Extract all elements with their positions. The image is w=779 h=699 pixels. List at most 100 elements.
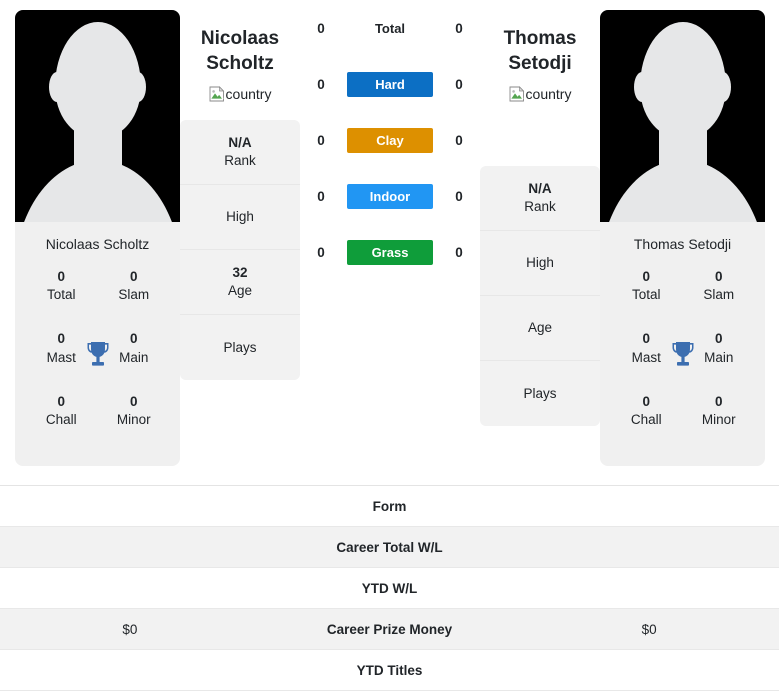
surface-row-total: 0 Total 0: [310, 0, 470, 56]
label: Age: [227, 283, 253, 299]
label: Minor: [116, 412, 151, 428]
value: 0: [57, 269, 65, 284]
value: N/A: [228, 135, 252, 151]
value: 0: [642, 393, 650, 409]
surface-hard-left-score: 0: [317, 76, 325, 92]
label: Slam: [703, 287, 735, 303]
player-comparison-section: Nicolaas Scholtz 0 Total 0 Slam 0 Mast 0…: [0, 0, 779, 480]
left-titles-slam: 0 Slam: [98, 268, 171, 304]
label: Chall: [45, 412, 77, 428]
label: Slam: [118, 287, 150, 303]
value: N/A: [528, 181, 552, 197]
value: 0: [129, 393, 138, 409]
surface-clay-right-score: 0: [455, 132, 463, 148]
avatar-silhouette-ear-left: [634, 72, 650, 102]
row-ytd-titles-label: YTD Titles: [356, 662, 423, 678]
left-player-name: Nicolaas Scholtz: [180, 0, 300, 76]
avatar-silhouette-head: [54, 22, 141, 138]
left-player-country: country: [180, 76, 300, 102]
h2h-comparison-page: Nicolaas Scholtz 0 Total 0 Slam 0 Mast 0…: [0, 0, 779, 699]
value: 0: [57, 393, 65, 409]
table-row: Career Total W/L: [0, 527, 779, 568]
right-info-rank: N/A Rank: [480, 166, 600, 232]
label: Total: [631, 287, 661, 303]
avatar-silhouette-ear-right: [715, 72, 731, 102]
right-info-age: Age: [480, 296, 600, 362]
surface-indoor-badge[interactable]: Indoor: [347, 183, 433, 209]
table-row: YTD W/L: [0, 568, 779, 609]
left-player-info-column: Nicolaas Scholtz country N/A Rank High 3…: [180, 0, 300, 381]
value: 32: [232, 265, 248, 281]
right-titles-minor: 0 Minor: [683, 393, 756, 429]
surface-row-indoor: 0 Indoor 0: [310, 168, 470, 224]
right-country-alt-text: country: [525, 86, 572, 103]
broken-image-icon: [209, 86, 224, 102]
value: 0: [129, 269, 138, 284]
right-player-info-card: N/A Rank High Age Plays: [480, 166, 600, 427]
left-country-alt-text: country: [225, 86, 272, 103]
left-player-card: Nicolaas Scholtz 0 Total 0 Slam 0 Mast 0…: [15, 10, 180, 466]
label: Plays: [223, 339, 257, 355]
left-player-photo: [15, 10, 180, 222]
row-form-label: Form: [372, 498, 407, 514]
surface-row-clay: 0 Clay 0: [310, 112, 470, 168]
surface-clay-left-score: 0: [317, 132, 325, 148]
right-titles-total: 0 Total: [610, 268, 683, 304]
label: Rank: [224, 153, 256, 169]
right-player-titles-grid: 0 Total 0 Slam 0 Mast 0 Main 0 Chall 0 M…: [600, 252, 765, 429]
left-titles-chall: 0 Chall: [25, 393, 98, 429]
left-titles-minor: 0 Minor: [98, 393, 171, 429]
surface-total-left-score: 0: [317, 20, 325, 36]
label: Chall: [630, 412, 662, 428]
label: Age: [527, 320, 553, 336]
surface-clay-badge[interactable]: Clay: [347, 127, 433, 153]
right-info-high: High: [480, 231, 600, 297]
left-info-age: 32 Age: [180, 250, 300, 316]
right-player-photo-column: Thomas Setodji 0 Total 0 Slam 0 Mast 0 M…: [600, 10, 765, 466]
left-info-rank: N/A Rank: [180, 120, 300, 186]
right-titles-slam: 0 Slam: [683, 268, 756, 304]
row-career-prize-money-left-value: $0: [122, 621, 138, 637]
right-player-last-name: Setodji: [508, 53, 572, 75]
value: 0: [714, 269, 723, 284]
comparison-stats-table: Form Career Total W/L YTD W/L $0 Career …: [0, 485, 779, 691]
left-player-info-card: N/A Rank High 32 Age Plays: [180, 120, 300, 381]
row-career-total-wl-label: Career Total W/L: [336, 539, 443, 555]
value: 0: [642, 269, 650, 284]
row-ytd-wl-label: YTD W/L: [361, 580, 418, 596]
label: Minor: [701, 412, 736, 428]
surface-hard-right-score: 0: [455, 76, 463, 92]
label: Plays: [523, 385, 557, 401]
surface-breakdown-column: 0 Total 0 0 Hard 0 0 Clay 0 0 Indoor 0 0: [310, 0, 470, 280]
surface-grass-left-score: 0: [317, 244, 325, 260]
right-info-plays: Plays: [480, 361, 600, 426]
trophy-icon: [672, 342, 693, 366]
label: High: [226, 209, 254, 225]
trophy-icon: [87, 342, 108, 366]
label: Rank: [524, 199, 556, 215]
table-row: $0 Career Prize Money $0: [0, 609, 779, 650]
left-titles-total: 0 Total: [25, 268, 98, 304]
value: 0: [714, 393, 723, 409]
right-player-card: Thomas Setodji 0 Total 0 Slam 0 Mast 0 M…: [600, 10, 765, 466]
broken-image-icon: [509, 86, 524, 102]
row-career-prize-money-label: Career Prize Money: [326, 621, 453, 637]
surface-total-right-score: 0: [455, 20, 463, 36]
surface-hard-badge[interactable]: Hard: [347, 71, 433, 97]
right-titles-chall: 0 Chall: [610, 393, 683, 429]
surface-total-label: Total: [374, 20, 406, 36]
surface-indoor-right-score: 0: [455, 188, 463, 204]
right-player-photo-name: Thomas Setodji: [633, 236, 732, 252]
surface-row-hard: 0 Hard 0: [310, 56, 470, 112]
right-player-name: Thomas Setodji: [480, 0, 600, 76]
table-row: Form: [0, 486, 779, 527]
table-row: YTD Titles: [0, 650, 779, 691]
left-info-high: High: [180, 185, 300, 251]
avatar-silhouette-head: [639, 22, 726, 138]
left-player-last-name: Scholtz: [206, 53, 274, 75]
surface-grass-badge[interactable]: Grass: [347, 239, 433, 265]
left-player-photo-name: Nicolaas Scholtz: [45, 236, 150, 252]
surface-row-grass: 0 Grass 0: [310, 224, 470, 280]
left-player-photo-column: Nicolaas Scholtz 0 Total 0 Slam 0 Mast 0…: [15, 10, 180, 466]
avatar-silhouette-ear-left: [49, 72, 65, 102]
